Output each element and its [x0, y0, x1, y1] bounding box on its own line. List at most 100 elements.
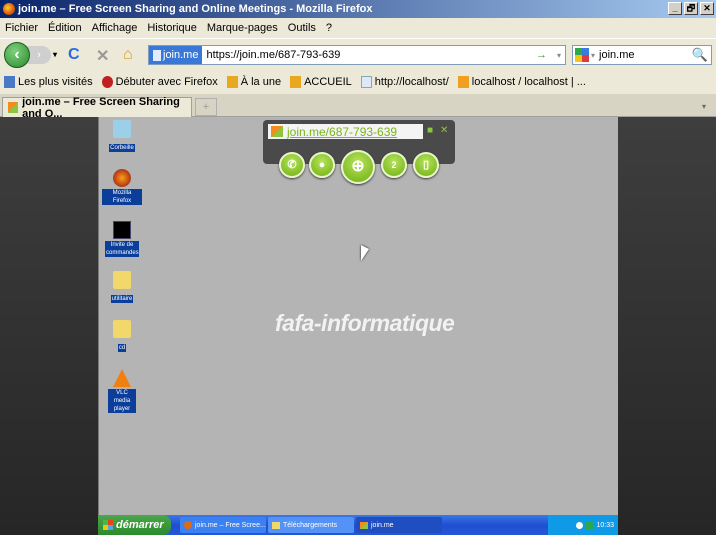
- forward-button[interactable]: ›: [27, 46, 51, 64]
- tray-icon[interactable]: [576, 521, 584, 529]
- tray-icon[interactable]: [586, 521, 594, 529]
- desktop-icon-corbeille[interactable]: Corbeille: [102, 120, 142, 152]
- menu-fichier[interactable]: Fichier: [5, 22, 38, 34]
- bookmark-localhost[interactable]: http://localhost/: [360, 76, 449, 88]
- page-icon: [360, 76, 372, 88]
- joinme-link[interactable]: join.me/687-793-639: [287, 125, 397, 139]
- bookmark-accueil[interactable]: ACCUEIL: [290, 76, 352, 88]
- taskbar-item-joinme[interactable]: join.me: [356, 517, 442, 533]
- clock[interactable]: 10:33: [596, 522, 614, 529]
- joinme-toolbar: join.me/687-793-639 ■ ✕ ✆ ● ⊕ 2 ▯: [263, 120, 455, 184]
- menu-affichage[interactable]: Affichage: [92, 22, 138, 34]
- bookmark-label: Les plus visités: [18, 76, 93, 88]
- participants-count: 2: [391, 160, 397, 170]
- menu-help[interactable]: ?: [326, 22, 332, 34]
- desktop-icon-cmd[interactable]: Invite de commandes: [102, 221, 142, 257]
- stop-button[interactable]: ✕: [96, 46, 109, 66]
- start-label: démarrer: [116, 519, 164, 531]
- search-box[interactable]: ▾ join.me 🔍: [572, 45, 712, 65]
- joinme-icon: [8, 102, 19, 113]
- vlc-icon: [113, 369, 131, 387]
- desktop-icon-label: Corbeille: [109, 144, 135, 152]
- chat-icon: ●: [318, 159, 326, 171]
- reload-button[interactable]: C: [68, 46, 80, 64]
- menu-outils[interactable]: Outils: [288, 22, 316, 34]
- search-input[interactable]: join.me: [599, 49, 634, 61]
- participants-button[interactable]: 2: [381, 152, 407, 178]
- mouse-cursor: [361, 245, 369, 261]
- url-bar[interactable]: join.me https://join.me/687-793-639 → ▾: [148, 45, 566, 65]
- phone-button[interactable]: ✆: [279, 152, 305, 178]
- remote-desktop-view[interactable]: Corbeille Mozilla Firefox Invite de comm…: [98, 117, 618, 535]
- menu-edition[interactable]: Édition: [48, 22, 82, 34]
- joinme-close-button[interactable]: ✕: [440, 125, 448, 136]
- bookmark-debuter-firefox[interactable]: Débuter avec Firefox: [101, 76, 218, 88]
- google-icon[interactable]: [575, 48, 589, 62]
- joinme-icon: [271, 126, 283, 137]
- menu-marque-pages[interactable]: Marque-pages: [207, 22, 278, 34]
- firefox-red-icon: [101, 76, 113, 88]
- taskbar-item-telechargements[interactable]: Téléchargements: [268, 517, 354, 533]
- desktop-icon-vlc[interactable]: VLC media player: [102, 369, 142, 413]
- restore-button[interactable]: 🗗: [684, 2, 698, 15]
- system-tray: 10:33: [548, 515, 618, 535]
- minimize-button[interactable]: _: [668, 2, 682, 15]
- remote-taskbar: démarrer join.me – Free Scree... Télécha…: [98, 515, 618, 535]
- folder-icon: [113, 320, 131, 338]
- phone-icon: ✆: [287, 159, 297, 171]
- tab-joinme[interactable]: join.me – Free Screen Sharing and O...: [2, 95, 192, 120]
- bookmark-label: À la une: [240, 76, 282, 88]
- folder-icon: [272, 521, 280, 529]
- start-button[interactable]: démarrer: [98, 515, 171, 535]
- bookmark-label: localhost / localhost | ...: [471, 76, 586, 88]
- url-input[interactable]: https://join.me/687-793-639: [202, 49, 340, 61]
- taskbar-item-firefox[interactable]: join.me – Free Scree...: [180, 517, 266, 533]
- recycle-bin-icon: [113, 120, 131, 138]
- mouse-icon: ▯: [422, 159, 430, 171]
- site-identity-button[interactable]: join.me: [149, 46, 203, 64]
- bookmarks-toolbar: Les plus visités Débuter avec Firefox À …: [0, 70, 716, 94]
- desktop-icon-label: Invite de commandes: [105, 241, 139, 257]
- mouse-control-button[interactable]: ▯: [413, 152, 439, 178]
- tab-list-dropdown[interactable]: ▾: [702, 98, 714, 116]
- joinme-minimize-button[interactable]: ■: [427, 125, 433, 136]
- menu-bar: Fichier Édition Affichage Historique Mar…: [0, 18, 716, 38]
- menu-historique[interactable]: Historique: [147, 22, 197, 34]
- navigation-toolbar: › ‹ ▾ C ✕ ⌂ join.me https://join.me/687-…: [0, 38, 716, 70]
- desktop-icon-label: cd: [117, 344, 127, 352]
- rss-icon: [226, 76, 238, 88]
- site-identity-label: join.me: [163, 49, 199, 61]
- desktop-icon-cd[interactable]: cd: [102, 320, 142, 352]
- go-arrow-icon[interactable]: →: [536, 49, 547, 61]
- rss-icon: [290, 76, 302, 88]
- back-button[interactable]: ‹: [4, 42, 30, 68]
- engine-dropdown-icon[interactable]: ▾: [591, 51, 595, 60]
- tab-label: join.me – Free Screen Sharing and O...: [22, 95, 180, 120]
- taskbar-item-label: join.me: [371, 521, 394, 529]
- chat-button[interactable]: ●: [309, 152, 335, 178]
- desktop-watermark: fafa-informatique: [275, 310, 455, 336]
- folder-icon: [113, 271, 131, 289]
- close-button[interactable]: ✕: [700, 2, 714, 15]
- bookmark-phpmyadmin[interactable]: localhost / localhost | ...: [457, 76, 586, 88]
- bookmark-label: Débuter avec Firefox: [115, 76, 218, 88]
- history-dropdown[interactable]: ▾: [53, 50, 57, 59]
- new-tab-button[interactable]: +: [195, 98, 217, 116]
- desktop-icon-label: utilitaire: [110, 295, 134, 303]
- desktop-icon-utilitaire[interactable]: utilitaire: [102, 271, 142, 303]
- tab-bar: join.me – Free Screen Sharing and O... +…: [0, 94, 716, 120]
- zoom-button[interactable]: ⊕: [341, 150, 375, 184]
- bookmark-les-plus-visites[interactable]: Les plus visités: [4, 76, 93, 88]
- joinme-url-box: join.me/687-793-639: [268, 124, 423, 139]
- windows-logo-icon: [103, 520, 113, 530]
- bookmark-a-la-une[interactable]: À la une: [226, 76, 282, 88]
- search-icon[interactable]: 🔍: [692, 47, 708, 63]
- bookmark-label: ACCUEIL: [304, 76, 352, 88]
- page-icon: [153, 49, 161, 61]
- smart-folder-icon: [4, 76, 15, 88]
- url-dropdown-icon[interactable]: ▾: [557, 51, 561, 60]
- desktop-icon-label: VLC media player: [108, 389, 136, 413]
- home-button[interactable]: ⌂: [123, 46, 133, 64]
- bookmark-label: http://localhost/: [374, 76, 449, 88]
- desktop-icon-firefox[interactable]: Mozilla Firefox: [102, 169, 142, 205]
